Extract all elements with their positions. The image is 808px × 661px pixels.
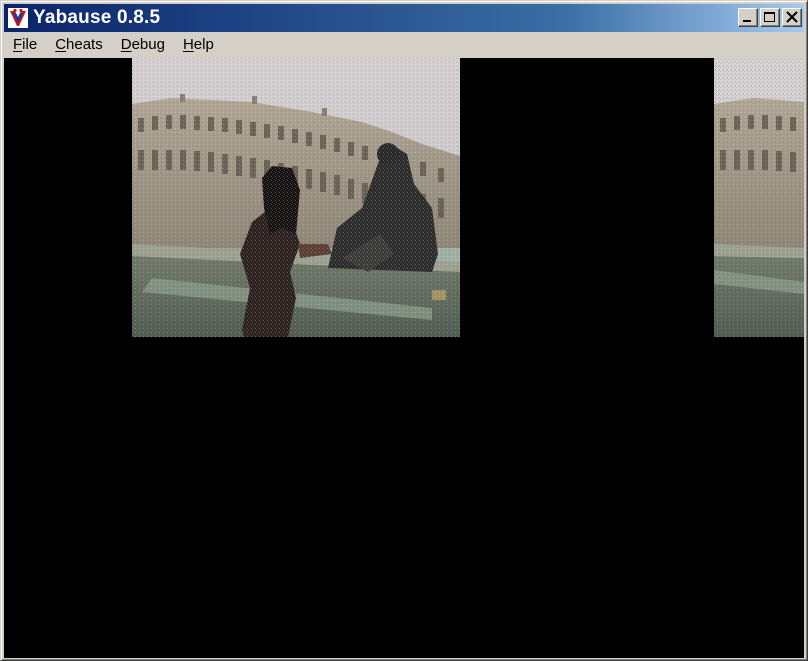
menu-file[interactable]: File — [4, 34, 46, 56]
maximize-button[interactable] — [760, 8, 780, 27]
yabause-app-icon[interactable] — [7, 7, 29, 29]
maximize-icon — [764, 12, 775, 22]
window-controls — [738, 8, 802, 27]
palace-photo — [132, 58, 460, 337]
emulator-screen[interactable] — [4, 58, 804, 658]
window-title: Yabause 0.8.5 — [33, 7, 161, 28]
minimize-button[interactable] — [738, 8, 758, 27]
main-photo-layer — [132, 58, 460, 337]
menu-cheats[interactable]: Cheats — [46, 34, 112, 56]
close-button[interactable] — [782, 8, 802, 27]
close-icon — [786, 11, 798, 23]
menu-bar: File Cheats Debug Help — [4, 32, 804, 57]
palace-photo-edge — [714, 58, 804, 337]
edge-photo-layer — [714, 58, 804, 337]
menu-help[interactable]: Help — [174, 34, 223, 56]
title-bar[interactable]: Yabause 0.8.5 — [4, 4, 804, 32]
menu-debug[interactable]: Debug — [112, 34, 174, 56]
minimize-icon — [743, 20, 751, 22]
app-window: Yabause 0.8.5 File Cheats Debug Help — [0, 0, 808, 661]
